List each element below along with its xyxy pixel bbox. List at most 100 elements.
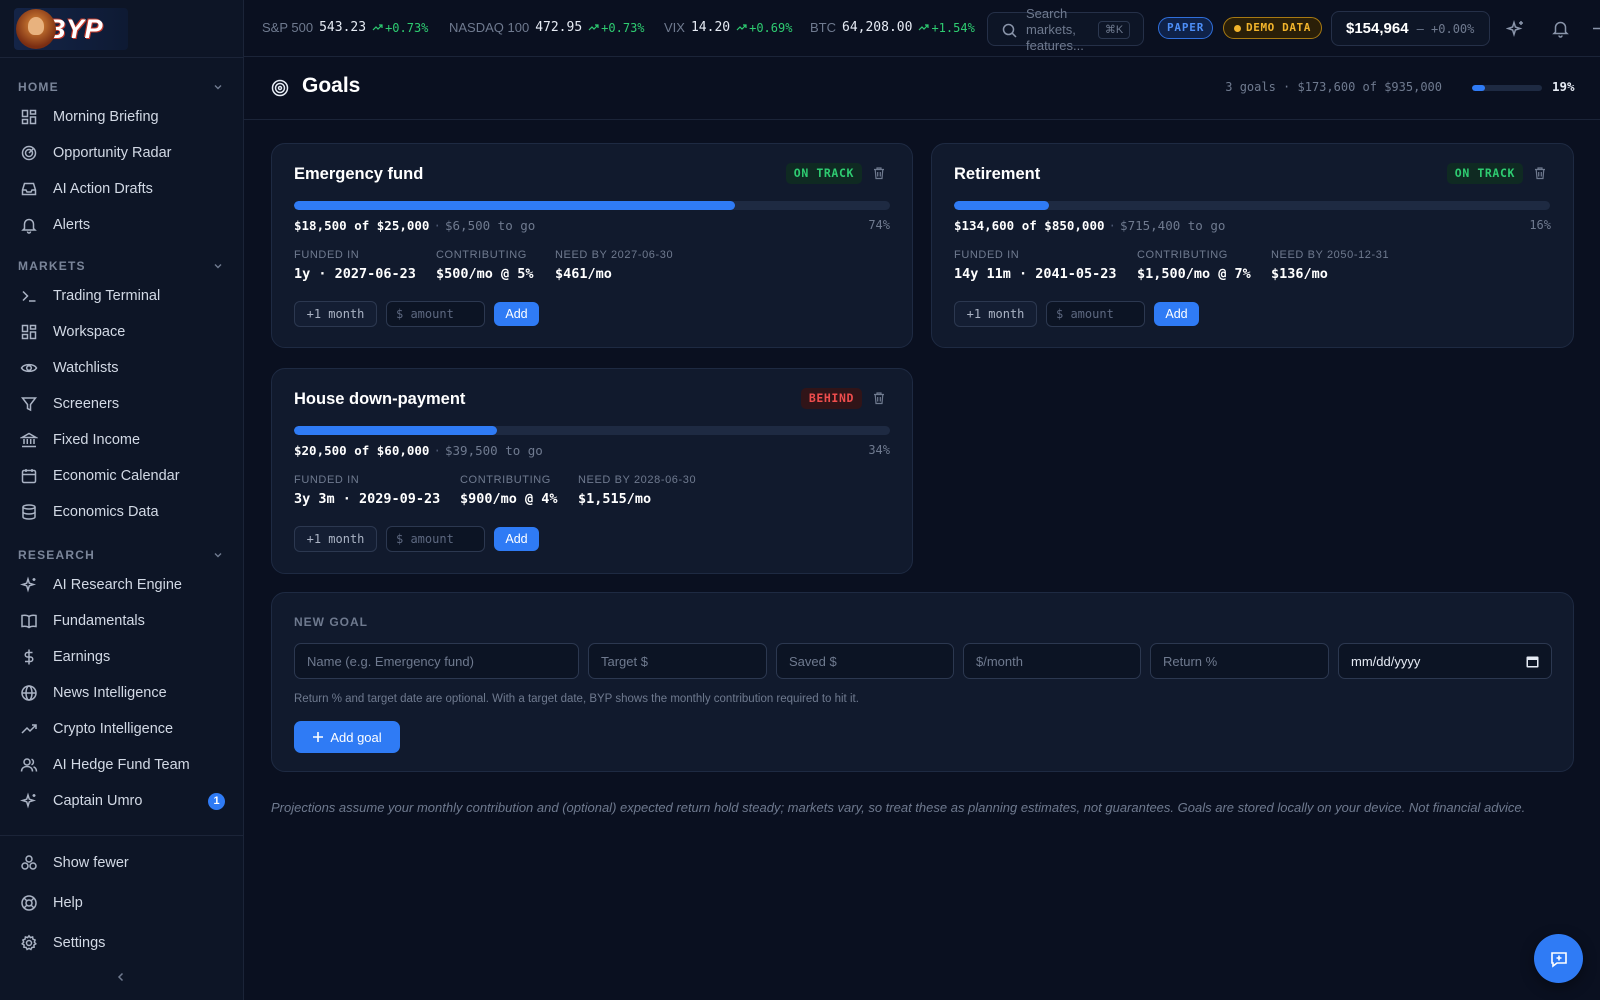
sidebar-item-alerts[interactable]: Alerts — [0, 207, 244, 243]
paper-mode-badge[interactable]: PAPER — [1158, 17, 1214, 39]
add-one-month-button[interactable]: +1 month — [294, 301, 377, 327]
saved-of-target: $20,500 of $60,000 — [294, 443, 430, 458]
sidebar-item-workspace[interactable]: Workspace — [0, 314, 244, 350]
trash-icon[interactable] — [872, 391, 886, 405]
goal-name: Emergency fund — [294, 165, 424, 183]
balance-amount: $154,964 — [1346, 20, 1409, 37]
monthly-contribution-input[interactable] — [963, 643, 1141, 679]
add-contribution-button[interactable]: Add — [1154, 302, 1199, 326]
app-logo[interactable]: BYP — [14, 8, 128, 50]
sidebar-item-economic-calendar[interactable]: Economic Calendar — [0, 458, 244, 494]
sidebar-item-settings[interactable]: Settings — [0, 925, 244, 961]
ticker-price: 14.20 — [690, 20, 731, 35]
sidebar-item-label: Help — [53, 895, 83, 911]
trash-icon[interactable] — [1533, 166, 1547, 180]
add-contribution-button[interactable]: Add — [494, 527, 539, 551]
lifebuoy-icon — [21, 895, 37, 911]
sidebar-item-captain-umro[interactable]: Captain Umro 1 — [0, 783, 244, 819]
section-label-research: RESEARCH — [18, 548, 95, 562]
divider — [0, 57, 244, 58]
add-one-month-button[interactable]: +1 month — [294, 526, 377, 552]
sparkles-icon — [20, 576, 37, 593]
ticker-change: +0.69% — [736, 21, 792, 35]
sidebar-item-ai-research-engine[interactable]: AI Research Engine — [0, 567, 244, 603]
need-by-label: NEED BY 2050-12-31 — [1271, 249, 1390, 261]
add-one-month-button[interactable]: +1 month — [954, 301, 1037, 327]
overall-progress-percent: 19% — [1552, 79, 1575, 94]
contribution-amount-input[interactable] — [386, 526, 485, 552]
balance-change-value: +0.00% — [1431, 21, 1475, 36]
calendar-icon[interactable] — [1526, 655, 1539, 668]
target-icon — [271, 79, 289, 97]
return-percent-input[interactable] — [1150, 643, 1329, 679]
status-badge: ON TRACK — [785, 163, 862, 184]
ticker-vix[interactable]: VIX 14.20 +0.69% — [664, 20, 792, 35]
trash-icon[interactable] — [872, 166, 886, 180]
sidebar-item-crypto-intelligence[interactable]: Crypto Intelligence — [0, 711, 244, 747]
trend-up-icon — [736, 24, 747, 31]
sidebar-item-label: Screeners — [53, 396, 120, 412]
bell-icon[interactable] — [1551, 19, 1570, 38]
sidebar-item-economics-data[interactable]: Economics Data — [0, 494, 244, 530]
account-balance[interactable]: $154,964 — +0.00% — [1331, 11, 1490, 46]
goal-progress-fill — [954, 201, 1050, 210]
sidebar-item-watchlists[interactable]: Watchlists — [0, 350, 244, 386]
target-amount-input[interactable] — [588, 643, 767, 679]
chevron-down-icon[interactable] — [212, 260, 224, 272]
overall-progress-fill — [1472, 85, 1486, 91]
search-box[interactable]: Search markets, features... ⌘K — [987, 6, 1144, 53]
collapse-sidebar-icon[interactable] — [114, 970, 128, 984]
goal-card-retirement: Retirement ON TRACK $134,600 of $850,000… — [931, 143, 1574, 348]
ticker-btc[interactable]: BTC 64,208.00 +1.54% — [810, 20, 975, 35]
ticker-change-value: +1.54% — [931, 20, 975, 35]
add-contribution-button[interactable]: Add — [494, 302, 539, 326]
goal-name-input[interactable] — [294, 643, 579, 679]
sidebar-item-label: AI Hedge Fund Team — [53, 757, 190, 773]
chat-assistant-button[interactable] — [1534, 934, 1583, 983]
more-icon[interactable] — [1590, 19, 1600, 38]
ticker-change: +1.54% — [918, 20, 975, 35]
ticker-change-value: +0.69% — [749, 20, 793, 35]
need-by-value: $136/mo — [1271, 266, 1328, 282]
contribution-amount-input[interactable] — [386, 301, 485, 327]
chevron-down-icon[interactable] — [212, 81, 224, 93]
sidebar-item-label: Show fewer — [53, 855, 129, 871]
ticker-nasdaq100[interactable]: NASDAQ 100 472.95 +0.73% — [449, 20, 645, 35]
gear-icon — [21, 934, 37, 951]
sidebar-item-label: Trading Terminal — [53, 288, 161, 304]
sidebar-item-label: Opportunity Radar — [53, 145, 172, 161]
sidebar-item-screeners[interactable]: Screeners — [0, 386, 244, 422]
sidebar-item-news-intelligence[interactable]: News Intelligence — [0, 675, 244, 711]
sidebar-item-show-fewer[interactable]: Show fewer — [0, 845, 244, 881]
date-placeholder: mm/dd/yyyy — [1351, 654, 1421, 669]
sidebar-item-label: Settings — [53, 935, 106, 951]
demo-data-badge[interactable]: DEMO DATA — [1223, 17, 1323, 39]
sidebar-item-ai-action-drafts[interactable]: AI Action Drafts — [0, 171, 244, 207]
saved-amount-input[interactable] — [776, 643, 954, 679]
separator: · — [433, 443, 441, 458]
goal-percent: 34% — [868, 443, 890, 457]
sidebar-item-morning-briefing[interactable]: Morning Briefing — [0, 99, 244, 135]
sidebar-item-help[interactable]: Help — [0, 885, 244, 921]
ticker-sp500[interactable]: S&P 500 543.23 +0.73% — [262, 20, 428, 35]
funded-in-label: FUNDED IN — [294, 474, 360, 486]
need-by-value: $461/mo — [555, 266, 612, 282]
status-badge: ON TRACK — [1446, 163, 1523, 184]
target-date-input[interactable]: mm/dd/yyyy — [1338, 643, 1552, 679]
dollar-icon — [24, 649, 34, 665]
sidebar-item-trading-terminal[interactable]: Trading Terminal — [0, 278, 244, 314]
status-badge: BEHIND — [800, 388, 862, 409]
sidebar-item-label: Morning Briefing — [53, 109, 159, 125]
chevron-down-icon[interactable] — [212, 549, 224, 561]
sidebar-item-earnings[interactable]: Earnings — [0, 639, 244, 675]
sparkles-icon[interactable] — [1506, 19, 1525, 38]
sidebar-item-ai-hedge-fund-team[interactable]: AI Hedge Fund Team — [0, 747, 244, 783]
logo-mascot — [16, 9, 56, 49]
sidebar-item-fundamentals[interactable]: Fundamentals — [0, 603, 244, 639]
contribution-amount-input[interactable] — [1046, 301, 1145, 327]
add-goal-button[interactable]: Add goal — [294, 721, 400, 753]
sidebar-item-opportunity-radar[interactable]: Opportunity Radar — [0, 135, 244, 171]
sidebar-item-fixed-income[interactable]: Fixed Income — [0, 422, 244, 458]
goal-percent: 74% — [868, 218, 890, 232]
ticker-symbol: NASDAQ 100 — [449, 20, 530, 35]
